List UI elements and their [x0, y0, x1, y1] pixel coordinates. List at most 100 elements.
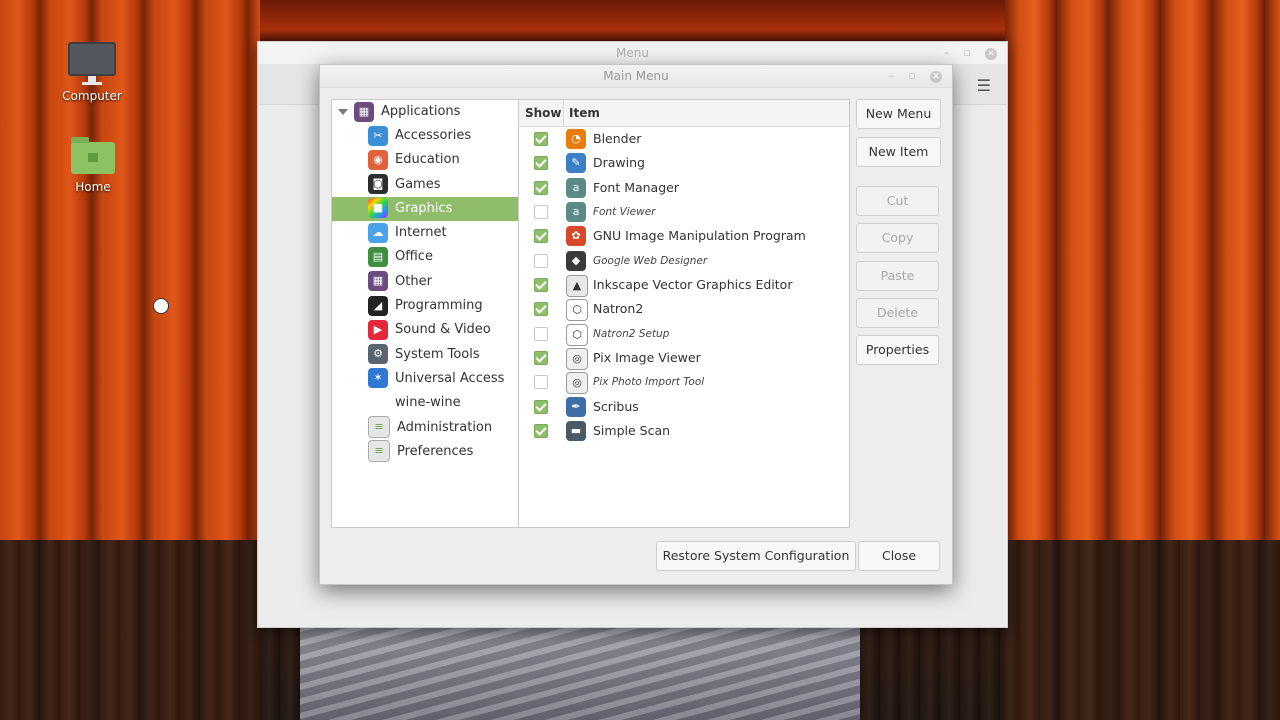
main-menu-titlebar[interactable]: Main Menu –▫ ✕ [320, 65, 952, 88]
desktop-icon-computer[interactable]: Computer [42, 42, 142, 103]
close-icon[interactable]: ✕ [930, 71, 942, 83]
properties-button[interactable]: Properties [856, 335, 939, 365]
list-item[interactable]: ◎ Pix Photo Import Tool [519, 370, 849, 395]
tree-item-label: Administration [397, 419, 493, 435]
list-item[interactable]: ◆ Google Web Designer [519, 249, 849, 273]
list-item-name: Blender [593, 131, 642, 146]
list-item[interactable]: a Font Manager [519, 176, 849, 200]
copy-button[interactable]: Copy [856, 223, 939, 253]
wallpaper-beam [230, 0, 1020, 42]
tree-item-administration[interactable]: ≡ Administration [332, 416, 518, 440]
show-checkbox[interactable] [534, 132, 548, 146]
tree-item-universal-access[interactable]: ✶ Universal Access [332, 367, 518, 391]
list-item-name: Font Viewer [593, 206, 656, 219]
tree-item-label: wine-wine [395, 395, 461, 411]
show-checkbox[interactable] [534, 229, 548, 244]
restore-system-configuration-button[interactable]: Restore System Configuration [656, 541, 856, 571]
column-header-show[interactable]: Show [525, 100, 562, 126]
show-checkbox[interactable] [534, 351, 548, 366]
close-icon[interactable]: ✕ [985, 48, 997, 60]
tree-item-wine-wine[interactable]: wine-wine [332, 391, 518, 415]
tree-item-graphics[interactable]: ■ Graphics [332, 196, 518, 222]
tree-item-label: Games [395, 176, 441, 192]
list-item[interactable]: ▬ Simple Scan [519, 419, 849, 443]
category-tree[interactable]: ▦ Applications ✂ Accessories ◉ Education ◙ Gam… [331, 99, 519, 528]
programming-icon: ◢ [368, 295, 388, 316]
maximize-icon[interactable]: ▫ [909, 69, 930, 82]
tree-root-applications[interactable]: ▦ Applications [332, 100, 518, 124]
new-menu-button[interactable]: New Menu [856, 99, 941, 129]
list-item[interactable]: ⬡ Natron2 [519, 297, 849, 322]
gwd-icon: ◆ [566, 250, 586, 271]
tree-item-games[interactable]: ◙ Games [332, 173, 518, 197]
education-icon: ◉ [368, 149, 388, 170]
tree-item-label: System Tools [395, 346, 480, 362]
list-item[interactable]: ◎ Pix Image Viewer [519, 346, 849, 371]
list-item[interactable]: ✿ GNU Image Manipulation Program [519, 224, 849, 248]
accessibility-icon: ✶ [368, 368, 388, 389]
menu-window-titlebar[interactable]: Menu –▫ ✕ [258, 42, 1007, 64]
tree-item-label: Preferences [397, 443, 474, 459]
inkscape-icon: ▲ [566, 275, 588, 298]
admin-icon: ≡ [368, 416, 390, 439]
tree-item-label: Internet [395, 225, 447, 241]
tree-item-office[interactable]: ▤ Office [332, 245, 518, 269]
tree-root-label: Applications [381, 104, 461, 119]
column-header-item[interactable]: Item [569, 100, 600, 126]
show-checkbox[interactable] [534, 326, 548, 341]
tree-item-accessories[interactable]: ✂ Accessories [332, 124, 518, 148]
delete-button[interactable]: Delete [856, 298, 939, 328]
list-item[interactable]: a Font Viewer [519, 200, 849, 224]
show-checkbox[interactable] [534, 205, 548, 220]
computer-icon [68, 42, 116, 82]
expand-arrow-icon[interactable] [338, 108, 348, 115]
tree-item-label: Universal Access [395, 370, 505, 386]
item-list[interactable]: Show Item ◔ Blender ✎ Drawing a Font Manager a… [518, 99, 850, 528]
tree-item-system-tools[interactable]: ⚙ System Tools [332, 343, 518, 367]
close-button[interactable]: Close [858, 541, 940, 571]
tree-item-programming[interactable]: ◢ Programming [332, 294, 518, 318]
tree-item-label: Programming [395, 298, 483, 314]
font-icon: a [566, 202, 586, 223]
list-item-name: Simple Scan [593, 423, 671, 439]
tree-item-sound-video[interactable]: ▶ Sound & Video [332, 318, 518, 342]
list-item-name: Scribus [593, 398, 639, 414]
show-checkbox[interactable] [534, 278, 548, 293]
show-checkbox[interactable] [534, 253, 548, 268]
minimize-icon[interactable]: – [944, 46, 964, 59]
tree-item-label: Sound & Video [395, 322, 491, 338]
new-item-button[interactable]: New Item [856, 137, 941, 167]
show-checkbox[interactable] [534, 399, 548, 414]
tree-item-education[interactable]: ◉ Education [332, 148, 518, 172]
minimize-icon[interactable]: – [889, 69, 909, 82]
list-item[interactable]: ▲ Inkscape Vector Graphics Editor [519, 273, 849, 298]
list-item-name: GNU Image Manipulation Program [593, 228, 806, 244]
show-checkbox[interactable] [534, 156, 548, 171]
show-checkbox[interactable] [534, 302, 548, 317]
natron-icon: ⬡ [566, 323, 588, 346]
tree-item-preferences[interactable]: ≡ Preferences [332, 440, 518, 464]
pix-icon: ◎ [566, 348, 588, 371]
show-checkbox[interactable] [534, 424, 548, 439]
blender-icon: ◔ [566, 129, 586, 149]
show-checkbox[interactable] [534, 375, 548, 390]
list-item[interactable]: ◔ Blender [519, 127, 849, 151]
desktop-icon-home[interactable]: Home [43, 137, 143, 194]
desktop-icon-label: Computer [62, 89, 122, 103]
tree-item-internet[interactable]: ☁ Internet [332, 221, 518, 245]
cut-button[interactable]: Cut [856, 186, 939, 216]
hamburger-menu-icon[interactable]: ☰ [977, 76, 991, 95]
show-checkbox[interactable] [534, 180, 548, 195]
list-item-name: Pix Photo Import Tool [593, 376, 705, 389]
maximize-icon[interactable]: ▫ [964, 46, 985, 59]
list-item[interactable]: ✎ Drawing [519, 151, 849, 175]
tree-item-other[interactable]: ▦ Other [332, 270, 518, 294]
desktop-icon-label: Home [75, 180, 111, 194]
list-item[interactable]: ✒ Scribus [519, 395, 849, 419]
paste-button[interactable]: Paste [856, 261, 939, 291]
list-item[interactable]: ⬡ Natron2 Setup [519, 322, 849, 346]
main-menu-window: Main Menu –▫ ✕ ▦ Applications ✂ Accessories… [319, 64, 953, 585]
tree-item-label: Other [395, 273, 432, 289]
graphics-icon: ■ [368, 198, 388, 219]
tree-item-label: Accessories [395, 128, 472, 143]
